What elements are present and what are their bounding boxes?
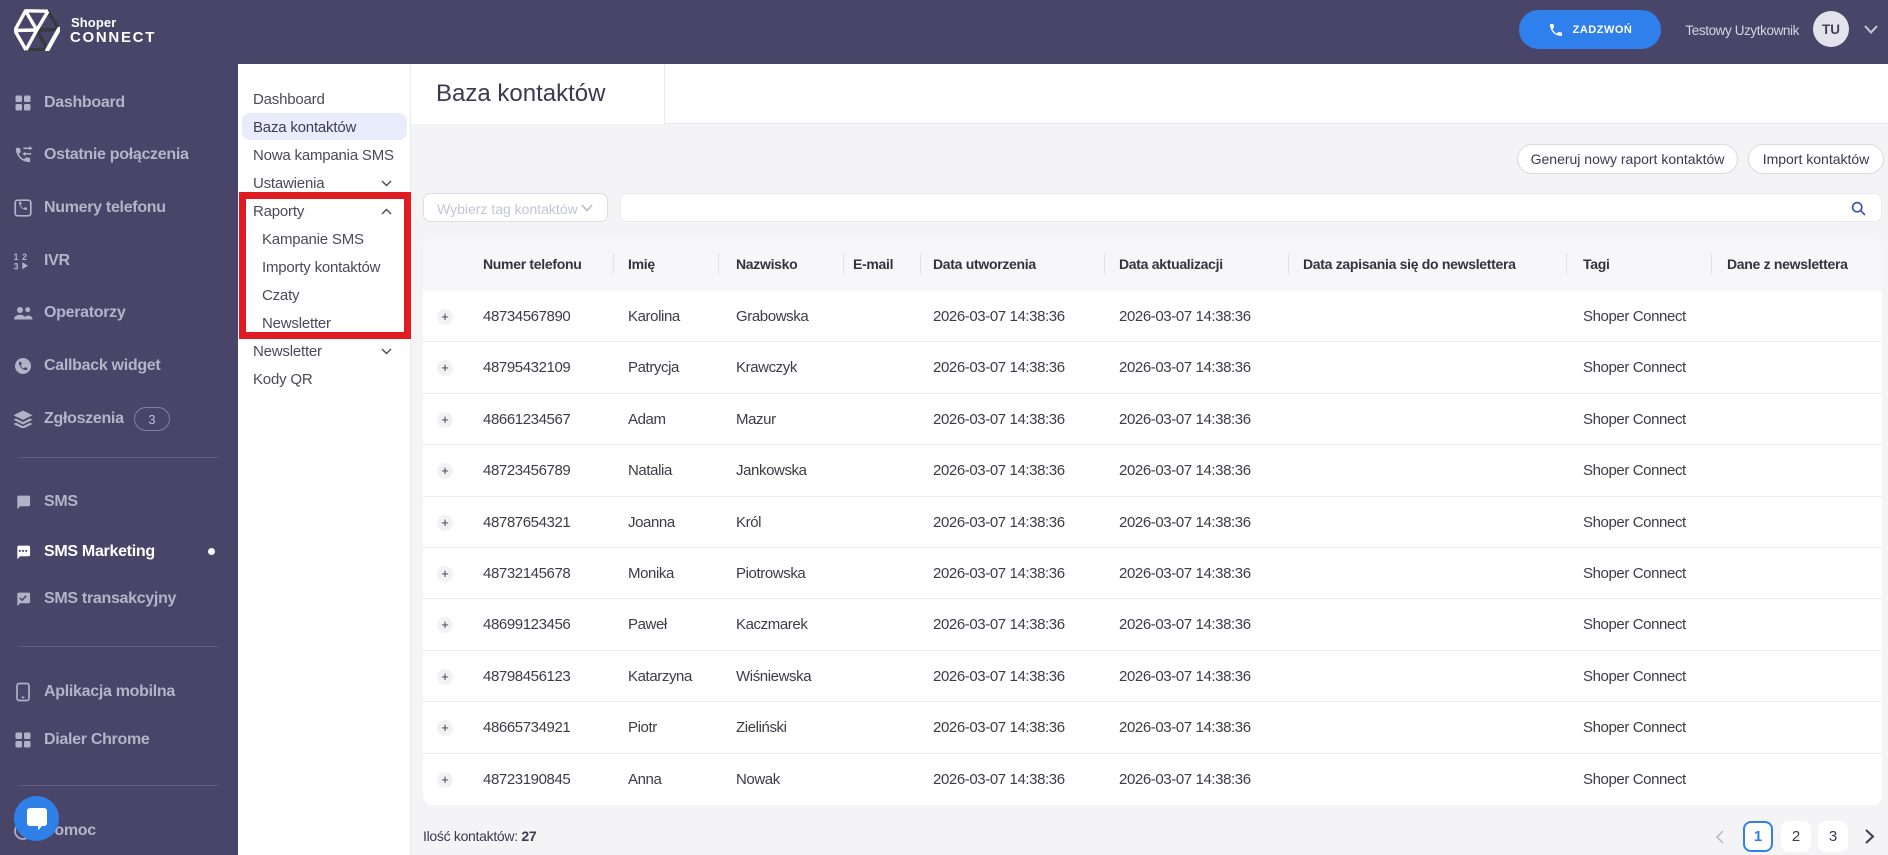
svg-text:3: 3 [14,262,19,271]
svg-text:1: 1 [14,252,19,262]
svg-text:2: 2 [22,252,27,262]
